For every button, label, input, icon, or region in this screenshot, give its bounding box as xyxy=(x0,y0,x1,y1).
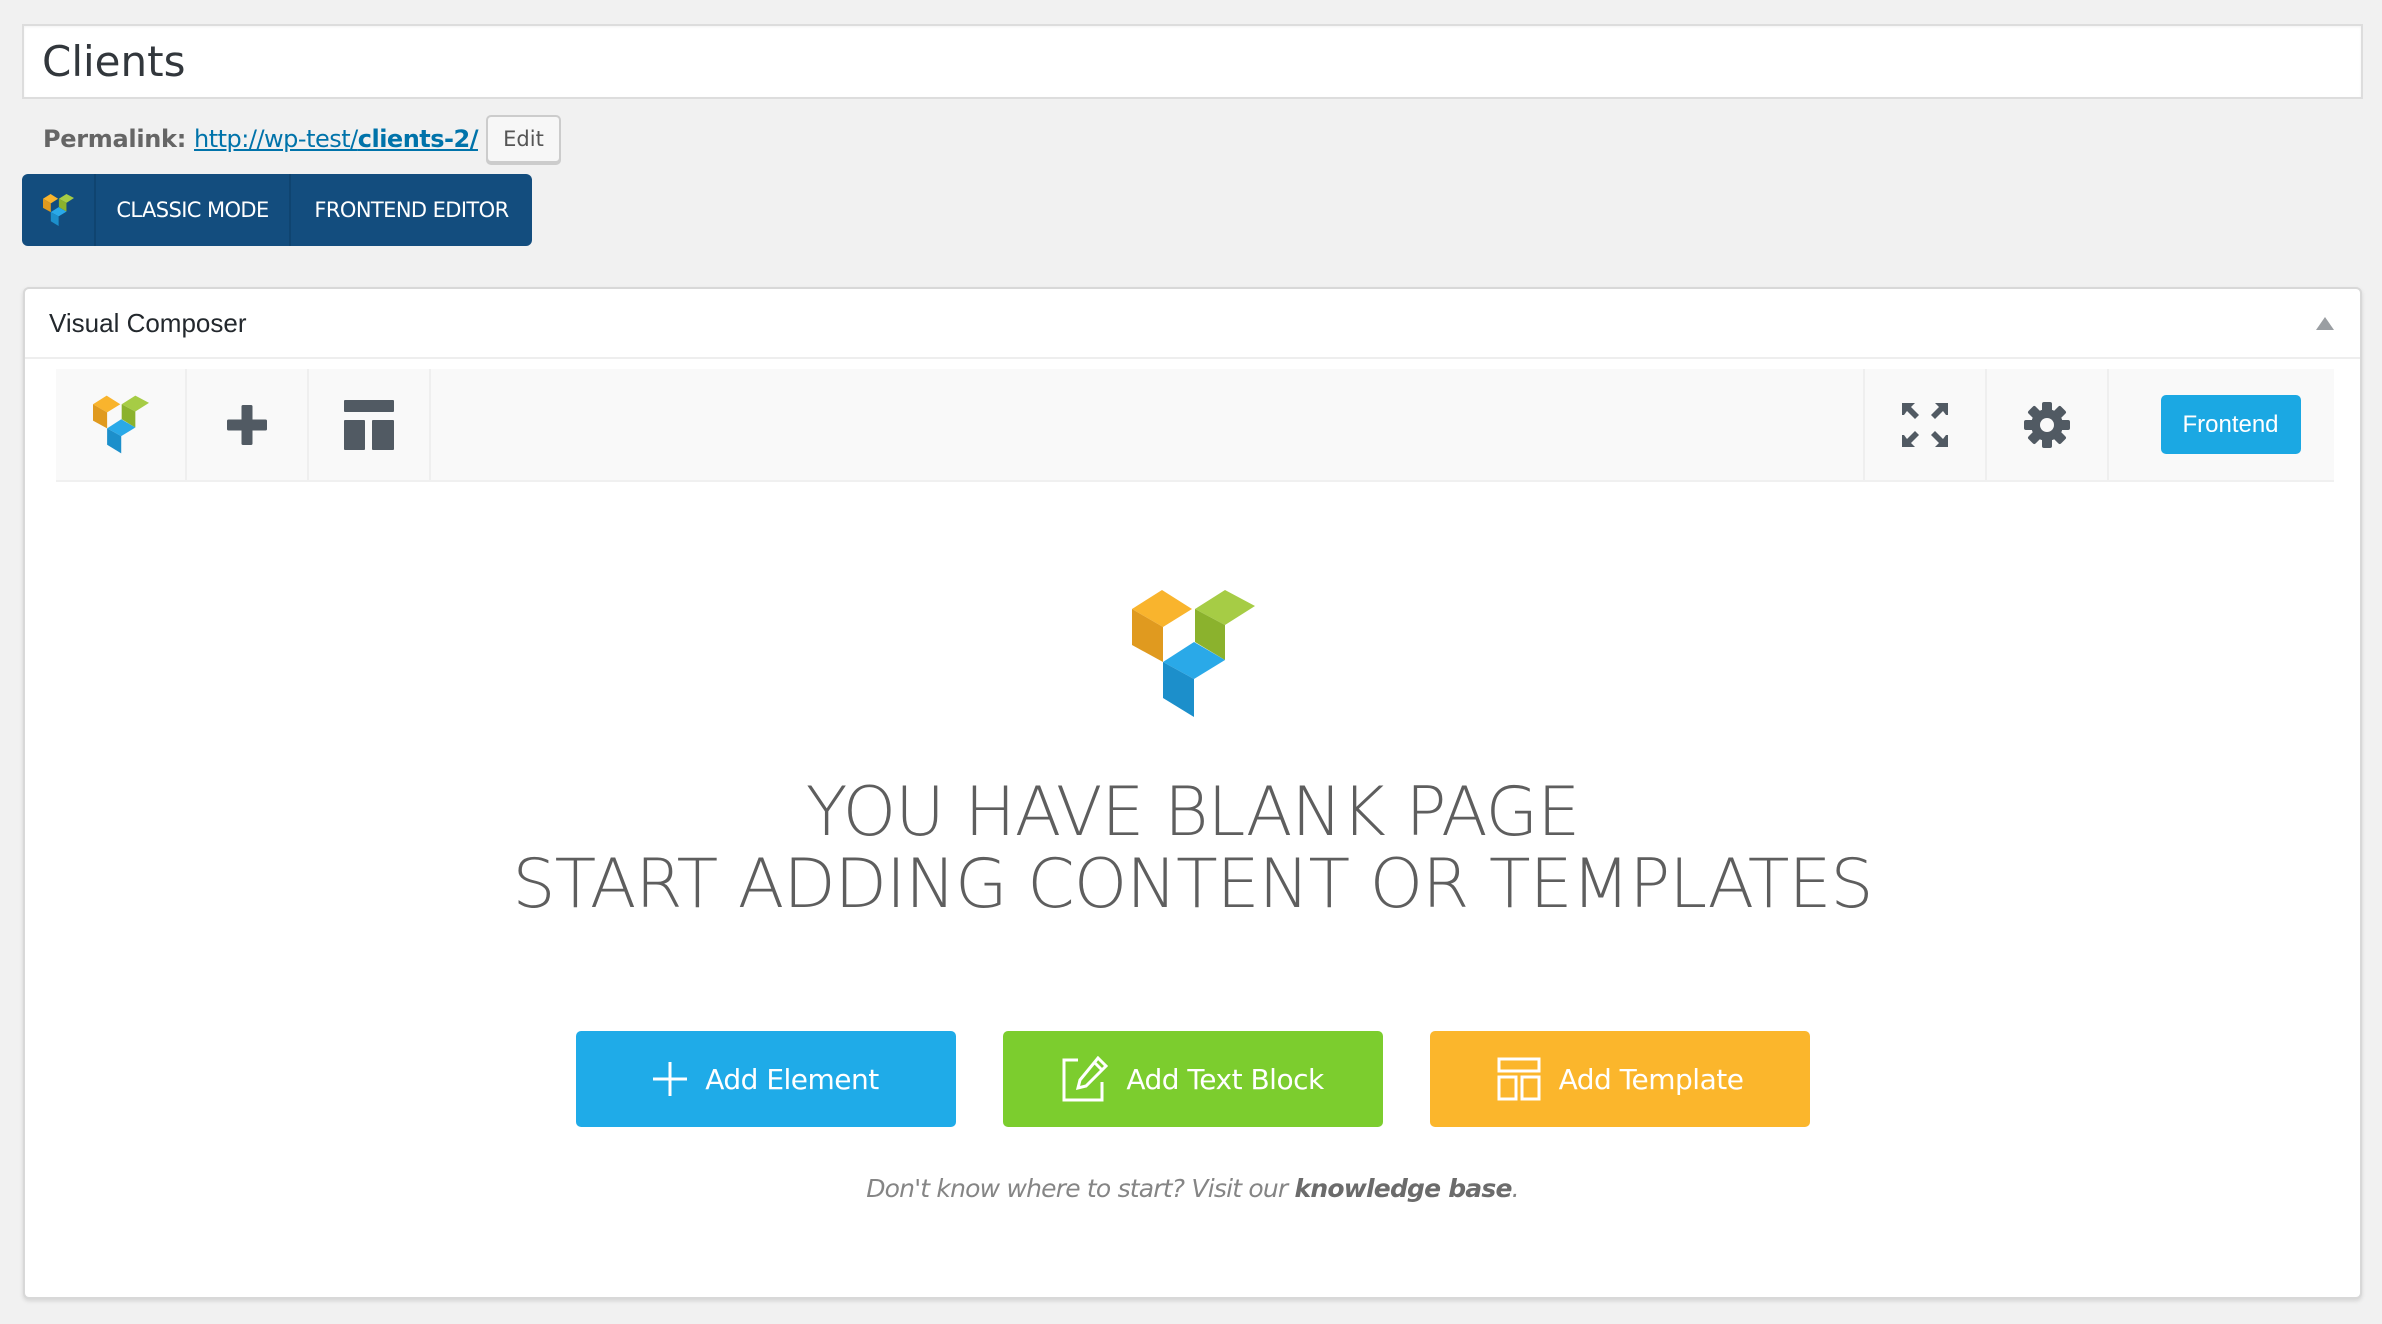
templates-toolbar-button[interactable] xyxy=(309,369,431,480)
headline-line-1: YOU HAVE BLANK PAGE xyxy=(805,773,1580,852)
vc-logo-toolbar-button[interactable] xyxy=(56,369,187,480)
collapse-triangle-icon[interactable] xyxy=(2316,316,2334,330)
editor-mode-bar: CLASSIC MODE FRONTEND EDITOR xyxy=(22,174,532,246)
add-element-toolbar-button[interactable] xyxy=(187,369,309,480)
vc-toolbar: Frontend xyxy=(56,369,2334,482)
help-prefix: Don't know where to start? Visit our xyxy=(866,1174,1295,1203)
permalink-label: Permalink: xyxy=(43,125,187,153)
template-layout-icon xyxy=(1497,1057,1541,1101)
toolbar-spacer xyxy=(431,369,1865,480)
permalink-row: Permalink: http://wp-test/clients-2/ Edi… xyxy=(43,115,561,163)
knowledge-base-link[interactable]: knowledge base xyxy=(1295,1174,1513,1203)
panel-title: Visual Composer xyxy=(49,307,247,338)
panel-header[interactable]: Visual Composer xyxy=(25,289,2360,359)
gear-icon xyxy=(2024,401,2070,448)
post-title-input[interactable] xyxy=(22,24,2363,99)
visual-composer-logo-icon xyxy=(1132,590,1255,717)
empty-state-actions: Add Element Add Text Block Add Template xyxy=(576,1031,1810,1127)
vc-logo-button[interactable] xyxy=(22,174,96,246)
add-element-label: Add Element xyxy=(705,1062,879,1096)
add-template-button[interactable]: Add Template xyxy=(1430,1031,1810,1127)
plus-icon xyxy=(653,1062,688,1096)
help-text: Don't know where to start? Visit our kno… xyxy=(25,1174,2360,1203)
permalink-slug: clients-2/ xyxy=(357,125,479,153)
template-layout-icon xyxy=(344,399,394,450)
frontend-button-cell: Frontend xyxy=(2109,369,2334,480)
edit-document-icon xyxy=(1062,1056,1109,1102)
permalink-base: http://wp-test/ xyxy=(194,125,358,153)
add-element-button[interactable]: Add Element xyxy=(576,1031,956,1127)
add-text-block-label: Add Text Block xyxy=(1126,1062,1324,1096)
visual-composer-logo-icon xyxy=(92,395,149,454)
classic-mode-button[interactable]: CLASSIC MODE xyxy=(96,174,291,246)
fullscreen-button[interactable] xyxy=(1865,369,1987,480)
frontend-button[interactable]: Frontend xyxy=(2160,395,2301,454)
settings-button[interactable] xyxy=(1987,369,2109,480)
edit-permalink-button[interactable]: Edit xyxy=(485,115,561,163)
add-text-block-button[interactable]: Add Text Block xyxy=(1003,1031,1383,1127)
visual-composer-panel: Visual Composer Frontend YOU HAVE BLANK … xyxy=(23,287,2362,1299)
frontend-editor-button[interactable]: FRONTEND EDITOR xyxy=(291,174,532,246)
permalink-link[interactable]: http://wp-test/clients-2/ xyxy=(194,125,478,153)
empty-state-headline: YOU HAVE BLANK PAGE START ADDING CONTENT… xyxy=(25,777,2360,921)
visual-composer-logo-icon xyxy=(42,194,74,226)
add-template-label: Add Template xyxy=(1558,1062,1744,1096)
plus-icon xyxy=(227,404,267,445)
headline-line-2: START ADDING CONTENT OR TEMPLATES xyxy=(512,845,1873,924)
help-suffix: . xyxy=(1511,1174,1520,1203)
fullscreen-expand-icon xyxy=(1902,402,1948,447)
